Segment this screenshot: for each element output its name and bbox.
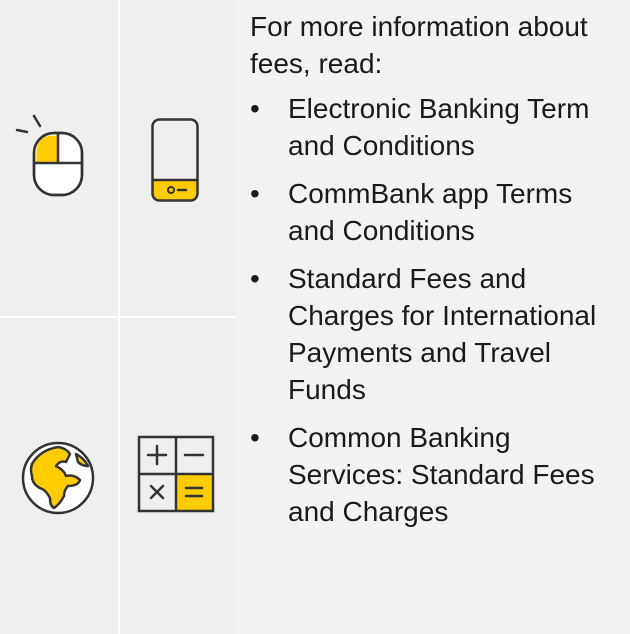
fees-document-link[interactable]: • Electronic Banking Term and Conditions: [250, 90, 620, 164]
fees-document-link-label[interactable]: CommBank app Terms and Conditions: [288, 178, 572, 246]
bullet-icon: •: [250, 93, 260, 124]
bullet-icon: •: [250, 178, 260, 209]
fees-document-link-label[interactable]: Standard Fees and Charges for Internatio…: [288, 263, 596, 405]
fees-document-list: • Electronic Banking Term and Conditions •…: [250, 90, 620, 530]
horizontal-divider: [0, 316, 236, 318]
fees-document-link-label[interactable]: Electronic Banking Term and Conditions: [288, 93, 589, 161]
fees-info-panel: For more information about fees, read: •…: [250, 8, 620, 541]
bullet-icon: •: [250, 263, 260, 294]
bullet-icon: •: [250, 422, 260, 453]
calculator-icon: [137, 435, 215, 513]
fees-document-link-label[interactable]: Common Banking Services: Standard Fees a…: [288, 422, 595, 527]
computer-mouse-icon: [15, 114, 84, 197]
fees-document-link[interactable]: • Standard Fees and Charges for Internati…: [250, 260, 620, 408]
fees-intro-text: For more information about fees, read:: [250, 11, 588, 79]
globe-icon: [21, 441, 95, 515]
fees-document-link[interactable]: • Common Banking Services: Standard Fees …: [250, 419, 620, 530]
fees-document-link[interactable]: • CommBank app Terms and Conditions: [250, 175, 620, 249]
mobile-phone-icon: [151, 118, 199, 202]
